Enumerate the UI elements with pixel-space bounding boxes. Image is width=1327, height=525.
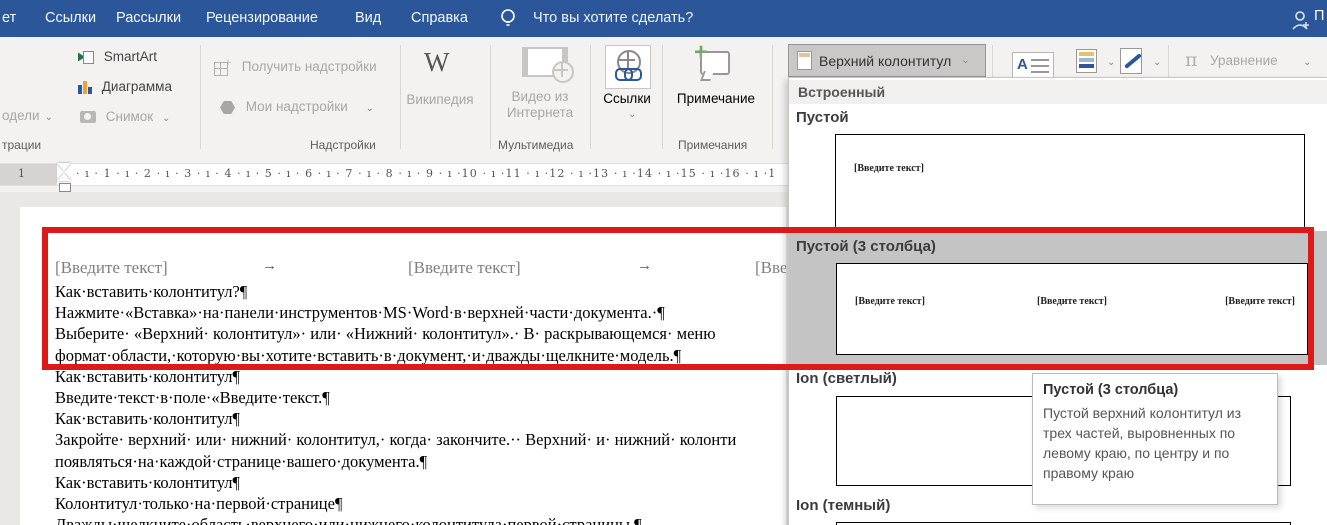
blank-preview: [Введите текст] xyxy=(835,134,1305,229)
gallery-tooltip: Пустой (3 столбца) Пустой верхний колонт… xyxy=(1032,373,1278,505)
gallery-item-blank-3col[interactable]: Пустой (3 столбца) [Введите текст] [Введ… xyxy=(789,231,1327,365)
tell-me-search[interactable]: Что вы хотите сделать? xyxy=(533,10,693,26)
smartart-button[interactable]: SmartArt xyxy=(78,49,157,64)
lightbulb-icon xyxy=(498,7,518,29)
pi-icon: π xyxy=(1185,49,1198,71)
ribbon-separator xyxy=(590,45,591,149)
camera-icon xyxy=(80,111,96,123)
header-page-icon xyxy=(797,51,812,70)
addin-icon xyxy=(220,101,235,114)
hanging-indent-marker[interactable] xyxy=(57,173,71,181)
links-button[interactable]: Ссылки xyxy=(600,91,654,106)
ruler-margin-number: 1 xyxy=(18,167,25,180)
signature-pen-icon[interactable] xyxy=(1120,48,1142,74)
chevron-down-icon: ⌄ xyxy=(1303,57,1311,68)
models-button-partial[interactable]: одели⌄ xyxy=(2,108,53,123)
tab-layout-partial[interactable]: ет xyxy=(2,10,16,26)
my-addins-button[interactable]: Мои надстройки ⌄ xyxy=(220,99,374,114)
doc-paragraph: Как·вставить·колонтитул¶ xyxy=(55,472,786,493)
header-button[interactable]: Верхний колонтитул ⌄ xyxy=(788,44,986,77)
chevron-down-icon: ⌄ xyxy=(162,113,170,124)
equation-button[interactable]: Уравнение xyxy=(1210,53,1278,68)
ribbon-tab-bar: ет Ссылки Рассылки Рецензирование Вид Сп… xyxy=(0,0,1327,37)
header-placeholder-center[interactable]: [Введите текст] xyxy=(408,258,521,278)
doc-paragraph: Введите·текст·в·поле·«Введите·текст.¶ xyxy=(55,387,786,408)
first-line-indent-marker[interactable] xyxy=(57,163,71,171)
chevron-down-icon: ⌄ xyxy=(45,112,53,123)
doc-paragraph: Нажмите·«Вставка»·на·панели·инструментов… xyxy=(55,302,786,323)
tab-view[interactable]: Вид xyxy=(355,10,381,26)
doc-paragraph: Выберите· «Верхний· колонтитул»· или· «Н… xyxy=(55,323,786,344)
word-window: ет Ссылки Рассылки Рецензирование Вид Сп… xyxy=(0,0,1327,525)
chart-button[interactable]: Диаграмма xyxy=(78,79,172,94)
doc-paragraph: формат·области,·которую·вы·хотите·встави… xyxy=(55,345,786,366)
tab-arrow-icon: → xyxy=(262,258,277,275)
gallery-item-blank-3col-title: Пустой (3 столбца) xyxy=(796,238,936,255)
gallery-section-header: Встроенный xyxy=(789,80,1327,104)
tooltip-title: Пустой (3 столбца) xyxy=(1043,382,1267,398)
tab-references[interactable]: Ссылки xyxy=(45,10,96,26)
ribbon-separator xyxy=(772,45,773,149)
links-icon xyxy=(605,45,651,89)
doc-paragraph: Закройте· верхний· или· нижний· колонтит… xyxy=(55,429,786,450)
left-indent-marker[interactable] xyxy=(59,183,71,192)
text-box-icon[interactable]: A xyxy=(1012,52,1054,80)
account-label-partial[interactable]: П xyxy=(1314,8,1324,24)
tab-arrow-icon: → xyxy=(637,258,652,275)
doc-paragraph: Колонтитул·только·на·первой·странице¶ xyxy=(55,493,786,514)
group-media: Мультимедиа xyxy=(498,138,573,152)
online-video-icon xyxy=(522,47,568,77)
ruler-ticks: · ı · 1 · ı · 2 · ı · 3 · ı · 4 · ı · 5 … xyxy=(76,167,788,180)
ribbon-separator xyxy=(200,45,201,149)
group-illustrations-partial: трации xyxy=(2,138,41,152)
horizontal-ruler[interactable]: 1 · ı · 1 · ı · 2 · ı · 3 · ı · 4 · ı · … xyxy=(0,163,790,186)
gallery-item-blank[interactable]: [Введите текст] xyxy=(789,104,1327,231)
ribbon-separator xyxy=(400,45,401,149)
new-comment-icon: + xyxy=(694,47,730,77)
doc-paragraph: появляться·на·каждой·странице·вашего·док… xyxy=(55,451,786,472)
wikipedia-button[interactable]: Википедия xyxy=(405,92,475,107)
chevron-down-icon: ⌄ xyxy=(961,55,969,66)
grid-plus-icon: + xyxy=(214,59,231,76)
blank-3col-preview: [Введите текст] [Введите текст] [Введите… xyxy=(836,263,1308,355)
comment-button[interactable]: Примечание xyxy=(666,91,766,106)
header-placeholder-left[interactable]: [Введите текст] xyxy=(55,258,168,278)
ribbon-separator xyxy=(662,45,663,149)
document-page[interactable]: [Введите текст] → [Введите текст] → [Вве… xyxy=(20,207,786,525)
ribbon-separator xyxy=(490,45,491,149)
chevron-down-icon[interactable]: ⌄ xyxy=(1107,57,1115,68)
chart-icon xyxy=(78,80,92,94)
doc-paragraph: Дважды·щелкните·область·верхнего·или·ниж… xyxy=(55,514,786,525)
chain-link-icon xyxy=(615,68,639,79)
tab-review[interactable]: Рецензирование xyxy=(206,10,318,26)
chevron-down-icon: ⌄ xyxy=(366,103,374,114)
tooltip-body: Пустой верхний колонтитул из трех частей… xyxy=(1043,404,1267,484)
document-text[interactable]: Как·вставить·колонтитул?¶ Нажмите·«Встав… xyxy=(55,281,786,525)
group-addins: Надстройки xyxy=(310,138,376,152)
doc-paragraph: Как·вставить·колонтитул¶ xyxy=(55,408,786,429)
chevron-down-icon: ⌄ xyxy=(628,109,636,120)
header-placeholder-right[interactable]: [Вве xyxy=(755,258,786,278)
wikipedia-icon: W xyxy=(424,47,449,78)
screenshot-button[interactable]: Снимок ⌄ xyxy=(80,109,170,124)
quick-parts-icon[interactable] xyxy=(1076,49,1097,73)
doc-paragraph: Как·вставить·колонтитул?¶ xyxy=(55,281,786,302)
online-video-button-line2: Интернета xyxy=(500,105,580,120)
online-video-button[interactable]: Видео из xyxy=(500,89,580,104)
tab-mailings[interactable]: Рассылки xyxy=(116,10,181,26)
group-comments: Примечания xyxy=(678,138,747,152)
smartart-icon xyxy=(78,50,94,64)
ruler-margin-area xyxy=(0,164,57,185)
tab-help[interactable]: Справка xyxy=(411,10,468,26)
sign-in-person-icon[interactable] xyxy=(1290,9,1310,31)
chevron-down-icon[interactable]: ⌄ xyxy=(1153,57,1161,68)
doc-paragraph: Как·вставить·колонтитул¶ xyxy=(55,366,786,387)
get-addins-button[interactable]: + Получить надстройки xyxy=(214,59,377,76)
